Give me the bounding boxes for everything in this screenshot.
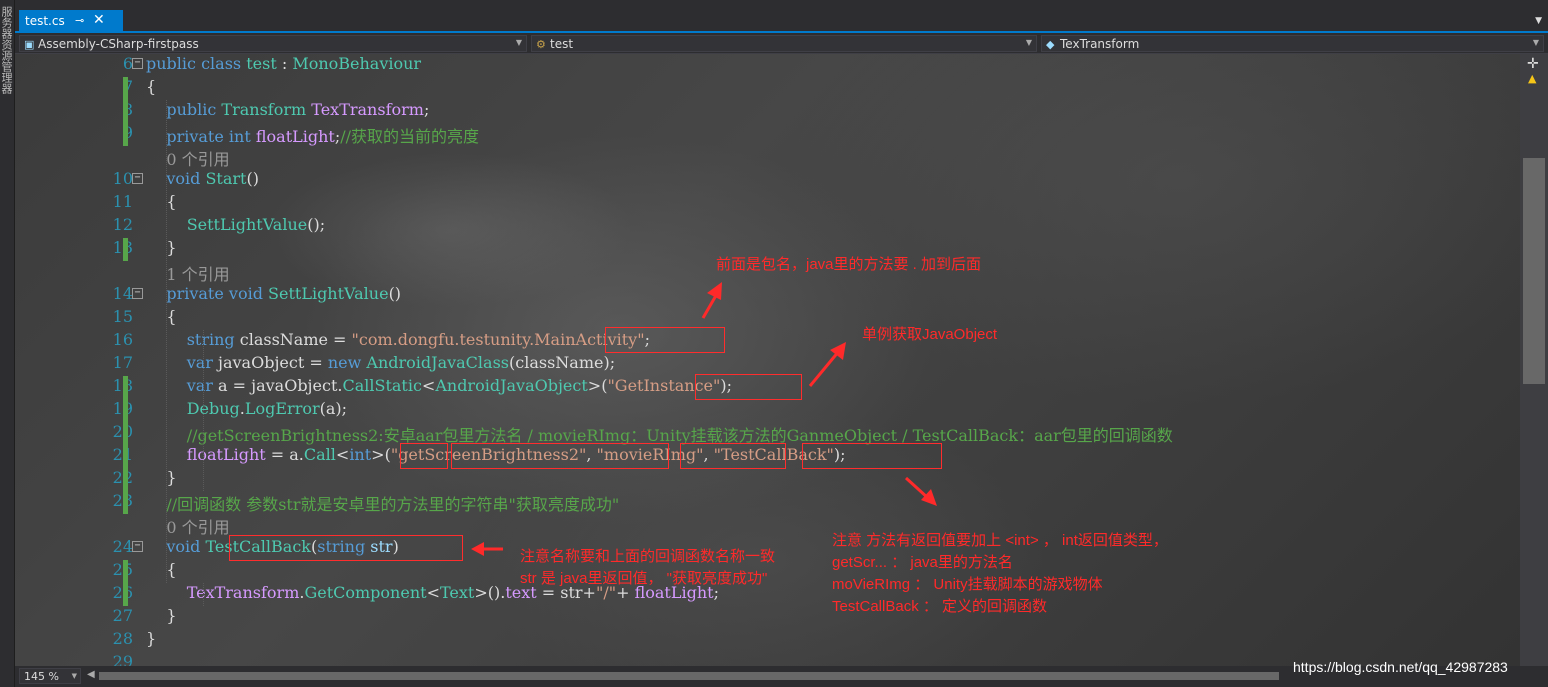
note-package: 前面是包名，java里的方法要 . 加到后面	[716, 256, 982, 273]
split-icon[interactable]: ✛	[1527, 56, 1539, 72]
arrowhead-call	[921, 489, 937, 506]
note-callback-1: 注意名称要和上面的回调函数名称一致	[520, 548, 776, 565]
vertical-scrollbar[interactable]: ✛ ▲	[1520, 54, 1548, 666]
watermark: https://blog.csdn.net/qq_42987283	[1293, 659, 1508, 675]
warning-icon: ▲	[1528, 72, 1537, 85]
zoom-label: 145 %	[24, 670, 59, 683]
chevron-down-icon: ▼	[71, 672, 77, 680]
note-call-1: 注意 方法有返回值要加上 <int> ， int返回值类型，	[832, 532, 1168, 549]
vertical-scroll-thumb[interactable]	[1523, 158, 1545, 384]
arrow-call	[904, 476, 930, 500]
note-singleton: 单例获取JavaObject	[862, 326, 998, 343]
annotation-arrows	[471, 282, 937, 556]
scroll-left-icon[interactable]: ◀	[87, 669, 95, 680]
horizontal-scroll-thumb[interactable]	[99, 672, 1279, 680]
zoom-dropdown[interactable]: 145 % ▼	[19, 668, 81, 684]
note-call-3: moVieRImg ： Unity挂载脚本的游戏物体	[832, 576, 1103, 593]
arrow-singleton	[808, 350, 841, 387]
note-call-2: getScr... ： java里的方法名	[832, 554, 1013, 571]
note-call-4: TestCallBack ： 定义的回调函数	[832, 598, 1048, 615]
note-callback-2: str 是 java里返回值， "获取亮度成功"	[520, 570, 768, 587]
arrowhead-callback	[471, 542, 484, 556]
